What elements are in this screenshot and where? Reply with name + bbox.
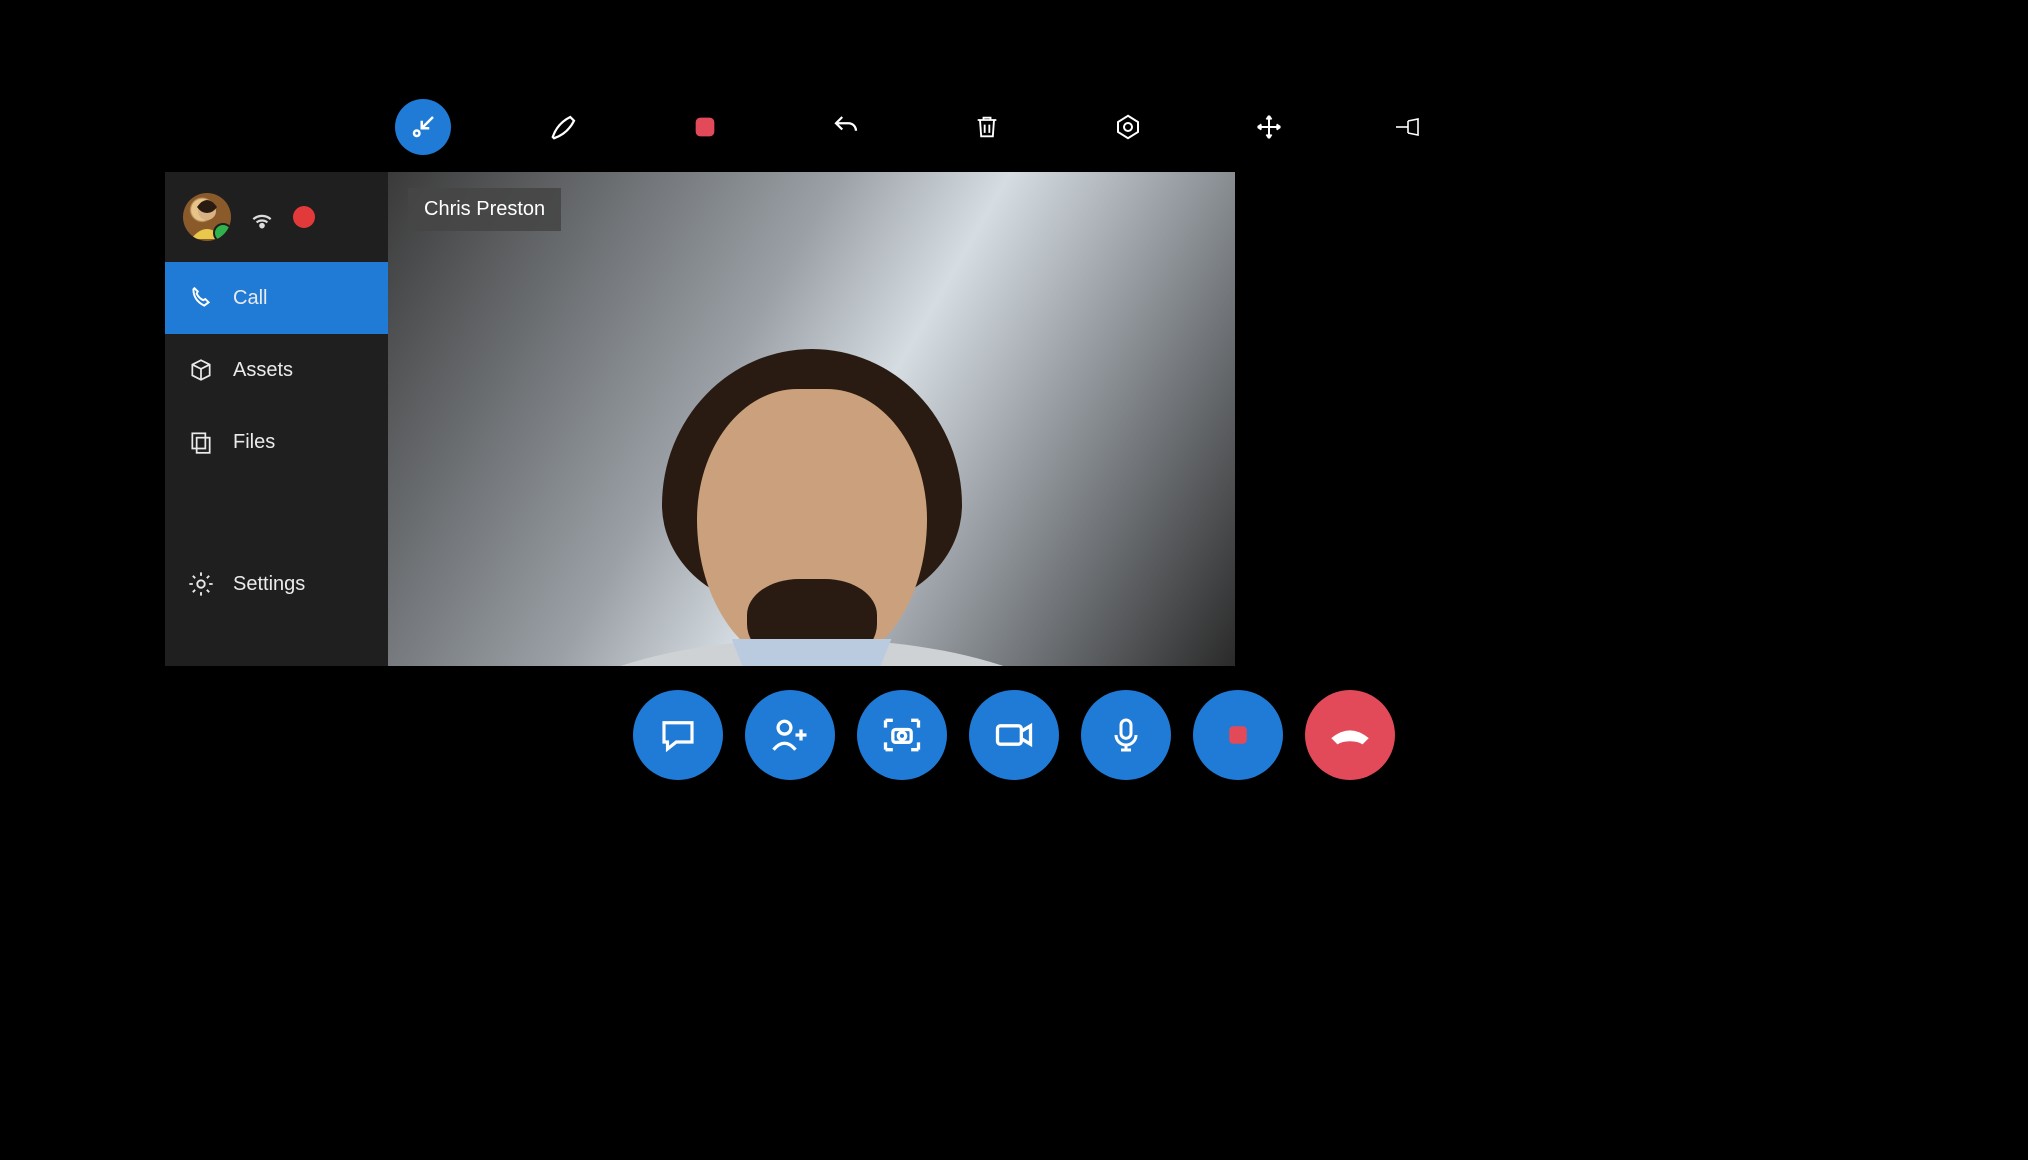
pen-icon — [549, 112, 579, 142]
sidebar-item-settings[interactable]: Settings — [165, 548, 388, 620]
sidebar-item-label: Call — [233, 287, 267, 310]
pin-icon — [1394, 114, 1426, 140]
undo-icon — [831, 112, 861, 142]
capture-button[interactable] — [857, 690, 947, 780]
sidebar: Call Assets — [165, 172, 388, 666]
toolbar-pin[interactable] — [1382, 99, 1438, 155]
toolbar-move[interactable] — [1241, 99, 1297, 155]
box-icon — [187, 356, 215, 384]
camera-capture-icon — [880, 713, 924, 757]
sidebar-item-assets[interactable]: Assets — [165, 334, 388, 406]
mic-toggle-button[interactable] — [1081, 690, 1171, 780]
sidebar-header — [165, 172, 388, 262]
sidebar-item-label: Assets — [233, 359, 293, 382]
chat-button[interactable] — [633, 690, 723, 780]
move-arrows-icon — [1254, 112, 1284, 142]
toolbar-delete[interactable] — [959, 99, 1015, 155]
minimize-arrow-icon — [408, 112, 438, 142]
user-avatar[interactable] — [183, 193, 231, 241]
signal-icon — [249, 204, 275, 230]
record-call-button[interactable] — [1193, 690, 1283, 780]
video-toggle-button[interactable] — [969, 690, 1059, 780]
video-icon — [992, 713, 1036, 757]
toolbar-undo[interactable] — [818, 99, 874, 155]
gear-icon — [187, 570, 215, 598]
record-icon — [691, 113, 719, 141]
toolbar-annotate-ink[interactable] — [536, 99, 592, 155]
participant-name: Chris Preston — [424, 198, 545, 220]
record-square-icon — [1223, 720, 1253, 750]
participant-name-badge: Chris Preston — [408, 188, 561, 231]
chat-icon — [657, 714, 699, 756]
mic-icon — [1106, 713, 1146, 757]
focus-target-icon — [1113, 112, 1143, 142]
trash-icon — [973, 112, 1001, 142]
toolbar-record[interactable] — [677, 99, 733, 155]
avatar-placeholder-icon — [183, 193, 231, 241]
sidebar-item-label: Files — [233, 431, 275, 454]
phone-icon — [187, 284, 215, 312]
files-icon — [187, 428, 215, 456]
add-participant-button[interactable] — [745, 690, 835, 780]
toolbar-focus[interactable] — [1100, 99, 1156, 155]
sidebar-item-call[interactable]: Call — [165, 262, 388, 334]
sidebar-item-label: Settings — [233, 573, 305, 596]
recording-indicator — [293, 206, 315, 228]
sidebar-item-files[interactable]: Files — [165, 406, 388, 478]
add-person-icon — [768, 713, 812, 757]
top-toolbar — [0, 95, 2028, 159]
end-call-button[interactable] — [1305, 690, 1395, 780]
toolbar-minimize-window[interactable] — [395, 99, 451, 155]
call-window: Call Assets — [165, 172, 1235, 666]
call-controls — [0, 690, 2028, 780]
remote-video: Chris Preston — [388, 172, 1235, 666]
hangup-icon — [1325, 715, 1375, 755]
